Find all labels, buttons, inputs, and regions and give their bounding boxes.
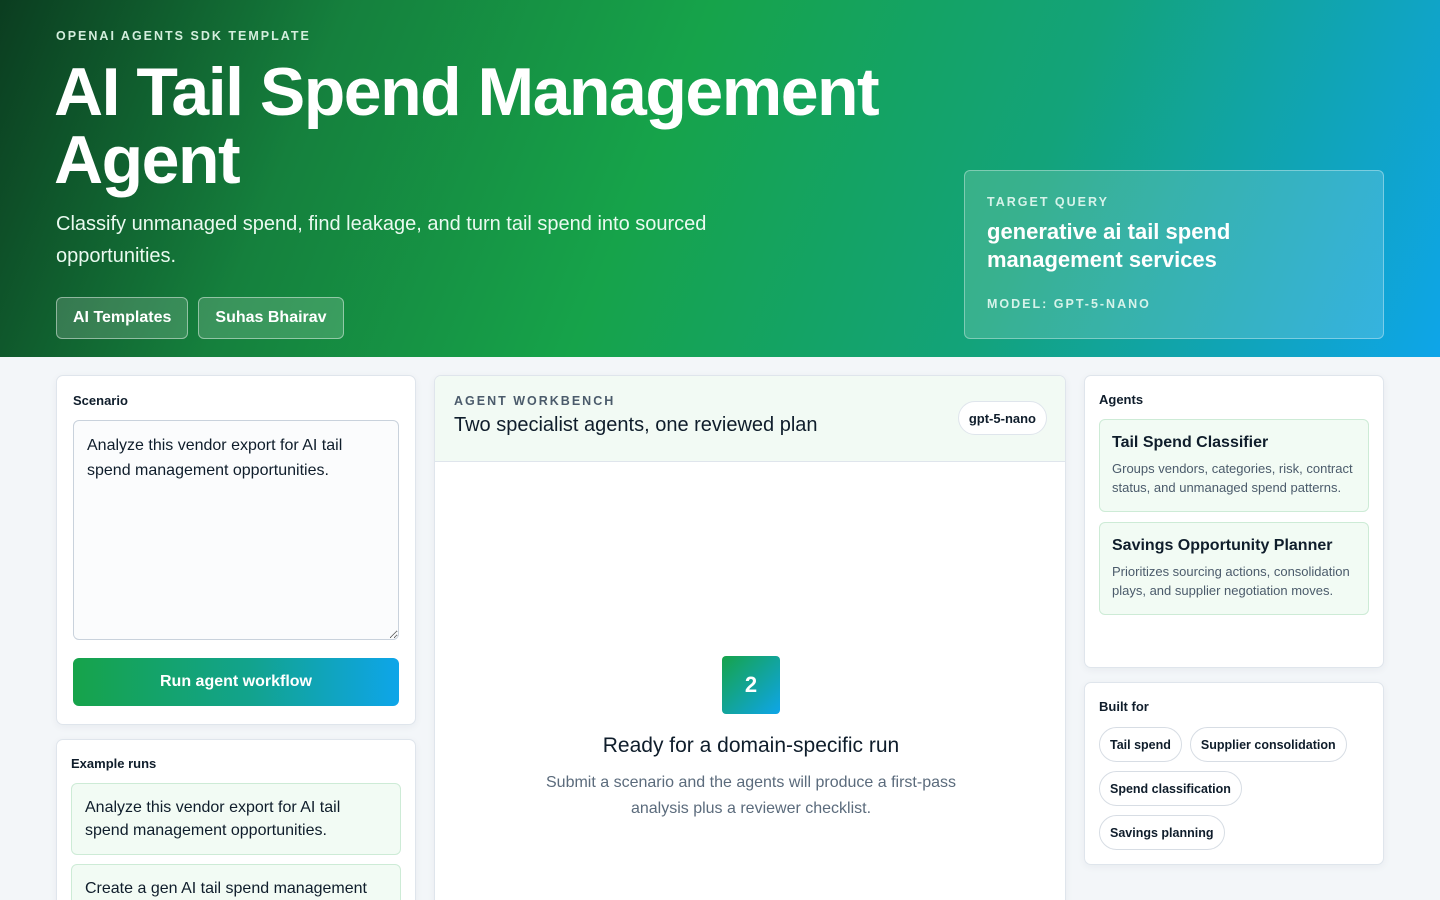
example-runs-panel: Example runs Analyze this vendor export … <box>56 739 416 900</box>
target-query-card: TARGET QUERY generative ai tail spend ma… <box>964 170 1384 339</box>
built-for-title: Built for <box>1099 699 1149 714</box>
agent-name: Savings Opportunity Planner <box>1112 537 1333 554</box>
scenario-title: Scenario <box>73 393 128 408</box>
tag-tail-spend: Tail spend <box>1099 727 1182 762</box>
ready-title: Ready for a domain-specific run <box>602 734 900 757</box>
example-runs-title: Example runs <box>71 756 157 771</box>
example-run-item[interactable]: Analyze this vendor export for AI tail s… <box>71 783 401 855</box>
tag-spend-classification: Spend classification <box>1099 771 1242 806</box>
page-title: AI Tail Spend Management Agent <box>54 54 880 198</box>
agent-description: Prioritizes sourcing actions, consolidat… <box>1112 564 1350 598</box>
hero-button-row: AI Templates Suhas Bhairav <box>56 297 344 339</box>
ready-description: Submit a scenario and the agents will pr… <box>546 774 956 817</box>
agent-count-badge: 2 <box>722 656 780 714</box>
author-button[interactable]: Suhas Bhairav <box>198 297 344 339</box>
model-badge: gpt-5-nano <box>957 401 1047 435</box>
example-run-item[interactable]: Create a gen AI tail spend management <box>71 864 401 900</box>
ai-templates-button[interactable]: AI Templates <box>56 297 189 339</box>
scenario-panel: Scenario Run agent workflow <box>56 375 416 725</box>
run-agent-workflow-button[interactable]: Run agent workflow <box>73 658 399 706</box>
agent-card-savings-opportunity-planner: Savings Opportunity Planner Prioritizes … <box>1099 522 1369 615</box>
agent-description: Groups vendors, categories, risk, contra… <box>1112 461 1353 495</box>
agent-workbench-panel: AGENT WORKBENCH Two specialist agents, o… <box>434 375 1066 900</box>
scenario-input[interactable] <box>73 420 399 640</box>
workbench-empty-state: 2 Ready for a domain-specific run Submit… <box>435 656 1065 822</box>
agents-panel: Agents Tail Spend Classifier Groups vend… <box>1084 375 1384 668</box>
workbench-header: AGENT WORKBENCH Two specialist agents, o… <box>435 376 1065 462</box>
target-query-text: generative ai tail spend management serv… <box>987 219 1231 272</box>
tag-supplier-consolidation: Supplier consolidation <box>1189 727 1347 762</box>
built-for-tags: Tail spend Supplier consolidation Spend … <box>1099 727 1369 850</box>
agents-title: Agents <box>1099 392 1144 407</box>
agent-card-tail-spend-classifier: Tail Spend Classifier Groups vendors, ca… <box>1099 419 1369 512</box>
tag-savings-planning: Savings planning <box>1099 815 1225 850</box>
model-label: MODEL: GPT-5-NANO <box>987 297 1151 311</box>
built-for-panel: Built for Tail spend Supplier consolidat… <box>1084 682 1384 865</box>
workbench-eyebrow: AGENT WORKBENCH <box>454 394 616 408</box>
agent-name: Tail Spend Classifier <box>1112 434 1269 451</box>
hero-subtitle: Classify unmanaged spend, find leakage, … <box>56 213 707 267</box>
hero-banner: OPENAI AGENTS SDK TEMPLATE AI Tail Spend… <box>0 0 1440 357</box>
target-query-label: TARGET QUERY <box>987 195 1109 209</box>
hero-eyebrow: OPENAI AGENTS SDK TEMPLATE <box>56 29 311 43</box>
